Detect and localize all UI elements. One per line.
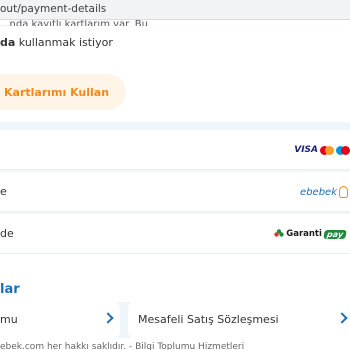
use-my-cards-label: Kartlarımı Kullan	[4, 85, 110, 99]
contract-link-label: Mesafeli Satış Sözleşmesi	[138, 313, 279, 326]
mastercard-logo-circle	[325, 145, 334, 155]
garanti-logo-text: Garanti	[286, 229, 322, 239]
contract-link-preinfo[interactable]: mu	[0, 302, 120, 338]
ebebek-logo: ebebek	[300, 184, 350, 200]
contracts-section-title: lar	[0, 282, 20, 297]
garanti-clover-icon	[274, 229, 284, 237]
address-url[interactable]: out/payment-details	[0, 3, 106, 15]
payment-option-ebebek[interactable]: e ebebek	[0, 172, 350, 212]
use-my-cards-button[interactable]: Kartlarımı Kullan	[0, 74, 126, 110]
consent-bold-text: da	[0, 36, 16, 49]
footer-copyright: ebek.com her hakkı saklıdır. - Bilgi Top…	[0, 342, 245, 350]
chevron-right-icon	[102, 312, 114, 324]
ebebek-badge-icon	[339, 186, 348, 198]
payment-option-label: de	[0, 227, 14, 240]
payment-option-label: e	[0, 185, 7, 198]
garanti-pay-logo: Garanti pay	[274, 226, 350, 242]
payment-option-garanti-pay[interactable]: de Garanti pay	[0, 214, 350, 254]
saved-card-consent-text: da kullanmak istiyor	[0, 36, 113, 49]
maestro-logo-circle	[341, 145, 350, 155]
contract-link-distance-sales[interactable]: Mesafeli Satış Sözleşmesi	[128, 302, 350, 338]
contracts-links: mu Mesafeli Satış Sözleşmesi	[0, 302, 350, 338]
ebebek-logo-text: ebebek	[300, 186, 337, 198]
payment-methods: VISA e ebebek de Garanti pay	[0, 122, 350, 254]
consent-rest-text: kullanmak istiyor	[15, 36, 113, 49]
garanti-pay-badge: pay	[323, 229, 347, 239]
chevron-right-icon	[336, 312, 348, 324]
card-brands-logo: VISA	[294, 142, 350, 158]
payment-details-page: ...nda kayıtlı kartlarım var. Bu da kull…	[0, 20, 350, 350]
browser-address-bar[interactable]: out/payment-details	[0, 0, 350, 20]
payment-option-credit-card[interactable]: VISA	[0, 130, 350, 170]
contract-link-label: mu	[0, 313, 18, 326]
consent-cut-line: ...nda kayıtlı kartlarım var. Bu	[0, 20, 148, 26]
visa-logo: VISA	[294, 145, 318, 155]
